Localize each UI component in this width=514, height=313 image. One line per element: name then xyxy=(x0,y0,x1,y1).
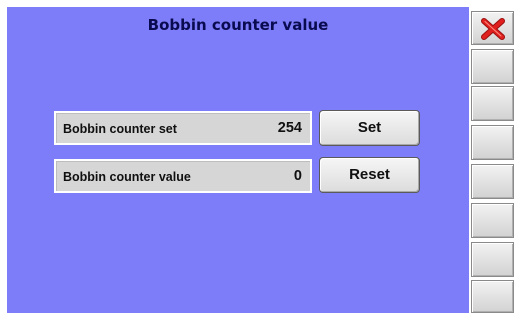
sidebar-button-5[interactable] xyxy=(471,203,514,238)
sidebar-button-2[interactable] xyxy=(471,86,514,121)
close-button[interactable] xyxy=(471,11,514,45)
sidebar-button-6[interactable] xyxy=(471,242,514,277)
sidebar-button-4[interactable] xyxy=(471,164,514,199)
sidebar-button-1[interactable] xyxy=(471,49,514,84)
bobbin-counter-value-field: Bobbin counter value 0 xyxy=(54,159,312,193)
set-button[interactable]: Set xyxy=(319,110,420,146)
screen: Bobbin counter value Bobbin counter set … xyxy=(0,0,514,313)
sidebar xyxy=(469,7,514,313)
sidebar-button-7[interactable] xyxy=(471,280,514,313)
bobbin-counter-set-label: Bobbin counter set xyxy=(63,122,177,136)
close-icon xyxy=(481,18,505,40)
bobbin-counter-value-label: Bobbin counter value xyxy=(63,170,191,184)
bobbin-counter-set-field: Bobbin counter set 254 xyxy=(54,111,312,145)
sidebar-button-3[interactable] xyxy=(471,125,514,160)
reset-button[interactable]: Reset xyxy=(319,157,420,193)
page-title: Bobbin counter value xyxy=(147,16,329,34)
bobbin-counter-set-value: 254 xyxy=(277,120,302,136)
bobbin-counter-value-value: 0 xyxy=(293,168,302,184)
